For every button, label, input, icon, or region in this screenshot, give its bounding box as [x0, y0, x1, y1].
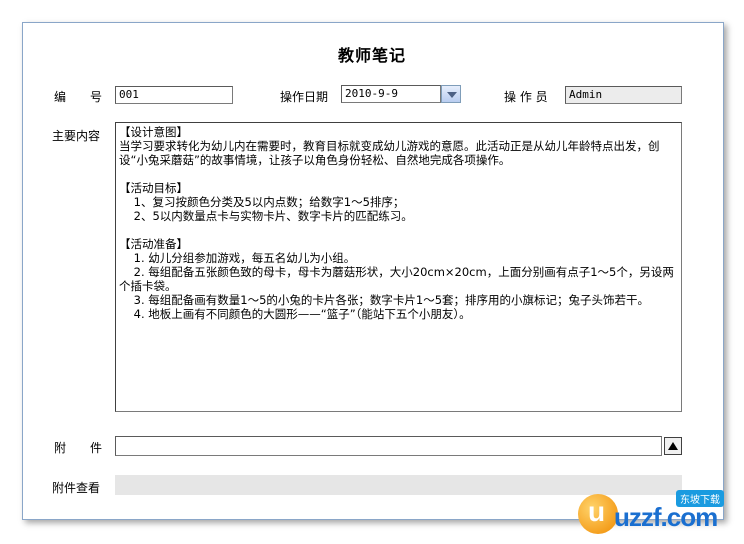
date-label: 操作日期	[280, 90, 329, 104]
content-line	[119, 223, 678, 237]
page-title: 教师笔记	[337, 46, 406, 65]
content-line	[119, 167, 678, 181]
content-line: 1、复习按颜色分类及5以内点数；给数字1～5排序；	[119, 195, 405, 209]
content-line: 4. 地板上画有不同颜色的大圆形——“篮子”（能站下五个小朋友）。	[119, 307, 471, 321]
date-input[interactable]: 2010-9-9	[341, 85, 441, 103]
content-line: 2、5以内数量点卡与实物卡片、数字卡片的匹配练习。	[119, 209, 413, 223]
attachment-input[interactable]	[115, 436, 662, 456]
content-line: 【活动准备】	[119, 237, 188, 251]
content-line: 【活动目标】	[119, 181, 188, 195]
content-line: 【设计意图】	[119, 125, 188, 139]
attachment-label: 附 件	[54, 441, 103, 455]
watermark-logo-letter: u	[588, 496, 606, 527]
number-label: 编 号	[54, 90, 103, 104]
content-line: 3. 每组配备画有数量1～5的小兔的卡片各张；数字卡片1～5套；排序用的小旗标记…	[119, 293, 650, 307]
number-input[interactable]: 001	[115, 86, 233, 104]
date-dropdown-button[interactable]	[441, 85, 461, 103]
attachment-browse-button[interactable]	[664, 437, 682, 455]
content-line: 当学习要求转化为幼儿内在需要时，教育目标就变成幼儿游戏的意愿。此活动正是从幼儿年…	[119, 139, 660, 167]
operator-label: 操 作 员	[504, 90, 548, 104]
operator-field: Admin	[565, 86, 682, 104]
content-textarea[interactable]: 【设计意图】 当学习要求转化为幼儿内在需要时，教育目标就变成幼儿游戏的意愿。此活…	[115, 122, 682, 412]
attachment-view-label: 附件查看	[52, 481, 101, 495]
watermark-logo: u uzzf.com 东坡下载	[578, 490, 738, 538]
content-line: 1. 幼儿分组参加游戏，每五名幼儿为小组。	[119, 251, 356, 265]
watermark-tag: 东坡下载	[676, 490, 724, 507]
watermark-icon: u	[578, 494, 618, 534]
content-label: 主要内容	[52, 129, 101, 143]
content-line: 2. 每组配备五张颜色致的母卡，母卡为蘑菇形状，大小20cm×20cm，上面分别…	[119, 265, 674, 293]
